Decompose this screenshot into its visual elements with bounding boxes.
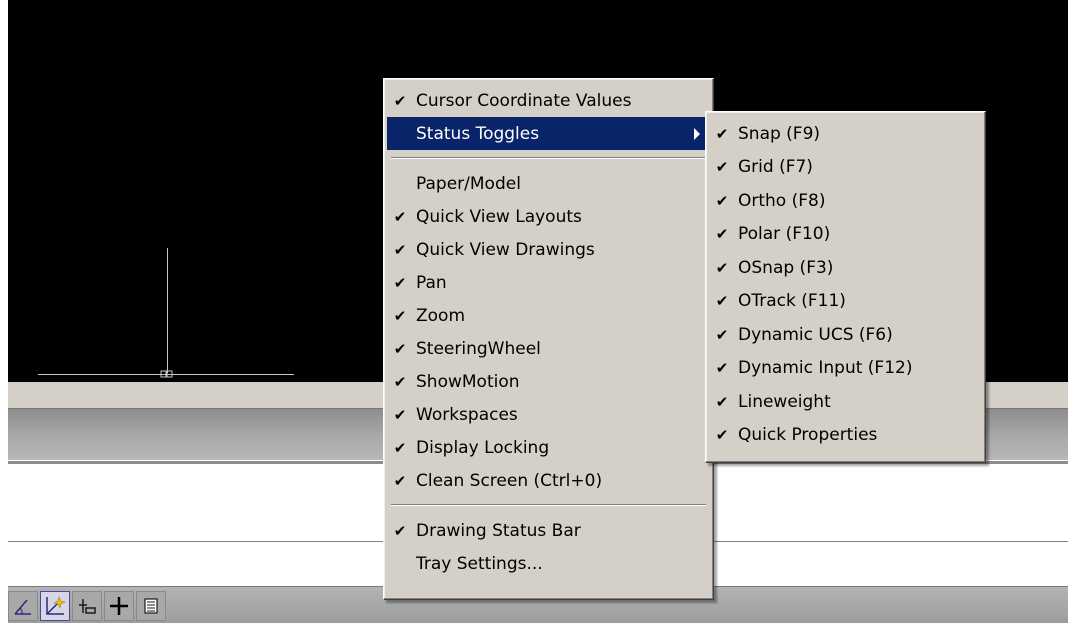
check-icon: ✔ — [393, 372, 407, 391]
menu-item-display-locking[interactable]: ✔ Display Locking — [387, 431, 710, 464]
check-icon: ✔ — [393, 240, 407, 259]
menu-item-label: Tray Settings... — [416, 553, 543, 574]
check-icon: ✔ — [715, 225, 729, 244]
check-icon: ✔ — [393, 91, 407, 110]
submenu-item-quick-properties[interactable]: ✔ Quick Properties — [709, 419, 982, 453]
menu-item-label: Workspaces — [416, 404, 518, 425]
submenu-item-lineweight[interactable]: ✔ Lineweight — [709, 385, 982, 419]
menu-item-label: Polar (F10) — [738, 224, 831, 245]
dynamic-ucs-icon — [14, 599, 31, 615]
check-icon: ✔ — [393, 306, 407, 325]
menu-item-quick-view-drawings[interactable]: ✔ Quick View Drawings — [387, 233, 710, 266]
submenu-item-otrack[interactable]: ✔ OTrack (F11) — [709, 285, 982, 319]
menu-item-label: Quick Properties — [738, 425, 878, 446]
menu-item-label: Paper/Model — [416, 173, 521, 194]
menu-item-label: Drawing Status Bar — [416, 520, 581, 541]
check-icon: ✔ — [715, 258, 729, 277]
check-icon: ✔ — [715, 325, 729, 344]
menu-item-pan[interactable]: ✔ Pan — [387, 266, 710, 299]
check-icon: ✔ — [393, 405, 407, 424]
menu-item-status-toggles[interactable]: Status Toggles — [387, 117, 710, 150]
ucs-origin-icon — [160, 370, 173, 378]
menu-item-label: Clean Screen (Ctrl+0) — [416, 470, 603, 491]
menu-item-label: Dynamic Input (F12) — [738, 358, 913, 379]
menu-item-label: Status Toggles — [416, 123, 540, 144]
status-toggles-submenu: ✔ Snap (F9) ✔ Grid (F7) ✔ Ortho (F8) ✔ P… — [705, 111, 986, 463]
check-icon: ✔ — [393, 339, 407, 358]
menu-item-label: OSnap (F3) — [738, 257, 834, 278]
dynamic-input-button[interactable] — [40, 591, 70, 621]
menu-separator — [391, 504, 706, 506]
menu-item-clean-screen[interactable]: ✔ Clean Screen (Ctrl+0) — [387, 464, 710, 497]
crosshair-button[interactable] — [104, 591, 134, 621]
menu-item-label: Cursor Coordinate Values — [416, 90, 632, 111]
lineweight-icon — [79, 599, 96, 614]
dynamic-input-icon — [46, 596, 66, 615]
check-icon: ✔ — [715, 292, 729, 311]
menu-item-label: Quick View Layouts — [416, 206, 582, 227]
menu-item-showmotion[interactable]: ✔ ShowMotion — [387, 365, 710, 398]
quick-properties-button[interactable] — [136, 591, 166, 621]
menu-item-label: Lineweight — [738, 391, 831, 412]
submenu-item-dynamic-input[interactable]: ✔ Dynamic Input (F12) — [709, 352, 982, 386]
submenu-item-grid[interactable]: ✔ Grid (F7) — [709, 151, 982, 185]
menu-item-label: Snap (F9) — [738, 123, 821, 144]
submenu-arrow-icon — [694, 128, 700, 140]
check-icon: ✔ — [393, 273, 407, 292]
menu-item-workspaces[interactable]: ✔ Workspaces — [387, 398, 710, 431]
menu-item-drawing-status-bar[interactable]: ✔ Drawing Status Bar — [387, 514, 710, 547]
menu-item-quick-view-layouts[interactable]: ✔ Quick View Layouts — [387, 200, 710, 233]
status-bar-context-menu: ✔ Cursor Coordinate Values Status Toggle… — [383, 78, 714, 600]
menu-item-label: Dynamic UCS (F6) — [738, 324, 893, 345]
menu-item-label: Quick View Drawings — [416, 239, 595, 260]
bottom-edge — [0, 623, 1068, 630]
menu-item-tray-settings[interactable]: Tray Settings... — [387, 547, 710, 580]
menu-item-label: SteeringWheel — [416, 338, 541, 359]
menu-item-label: OTrack (F11) — [738, 291, 846, 312]
check-icon: ✔ — [715, 426, 729, 445]
check-icon: ✔ — [715, 191, 729, 210]
crosshair-icon — [110, 597, 128, 615]
submenu-item-polar[interactable]: ✔ Polar (F10) — [709, 218, 982, 252]
submenu-item-osnap[interactable]: ✔ OSnap (F3) — [709, 251, 982, 285]
menu-item-label: Zoom — [416, 305, 466, 326]
check-icon: ✔ — [715, 359, 729, 378]
check-icon: ✔ — [393, 471, 407, 490]
check-icon: ✔ — [393, 521, 407, 540]
menu-item-paper-model[interactable]: Paper/Model — [387, 167, 710, 200]
dynamic-ucs-button[interactable] — [8, 591, 38, 621]
submenu-item-snap[interactable]: ✔ Snap (F9) — [709, 117, 982, 151]
menu-item-steeringwheel[interactable]: ✔ SteeringWheel — [387, 332, 710, 365]
submenu-item-ortho[interactable]: ✔ Ortho (F8) — [709, 184, 982, 218]
menu-item-label: Pan — [416, 272, 447, 293]
menu-item-zoom[interactable]: ✔ Zoom — [387, 299, 710, 332]
check-icon: ✔ — [393, 438, 407, 457]
submenu-item-dynamic-ucs[interactable]: ✔ Dynamic UCS (F6) — [709, 318, 982, 352]
menu-item-label: ShowMotion — [416, 371, 520, 392]
menu-item-cursor-coordinate-values[interactable]: ✔ Cursor Coordinate Values — [387, 84, 710, 117]
menu-separator — [391, 157, 706, 159]
lineweight-button[interactable] — [72, 591, 102, 621]
menu-item-label: Ortho (F8) — [738, 190, 826, 211]
check-icon: ✔ — [715, 124, 729, 143]
check-icon: ✔ — [715, 158, 729, 177]
quick-properties-icon — [144, 598, 158, 614]
menu-item-label: Display Locking — [416, 437, 550, 458]
menu-item-label: Grid (F7) — [738, 157, 813, 178]
check-icon: ✔ — [393, 207, 407, 226]
check-icon: ✔ — [715, 392, 729, 411]
ucs-y-axis — [167, 248, 168, 373]
